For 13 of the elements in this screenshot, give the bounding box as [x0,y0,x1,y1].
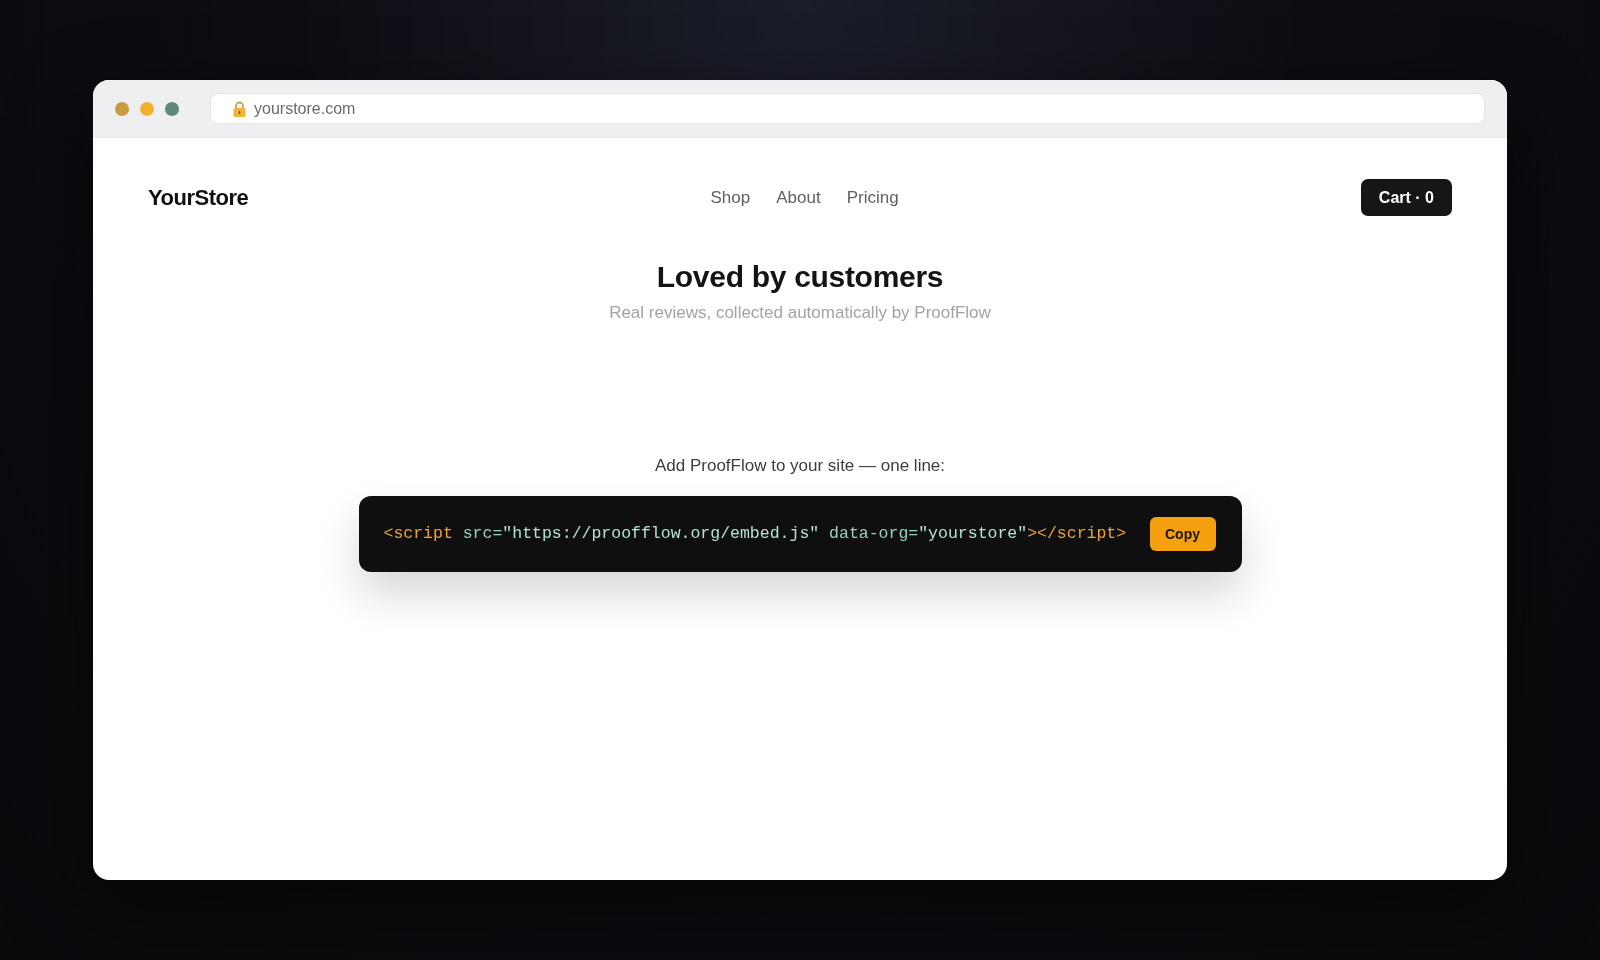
url-text: yourstore.com [254,100,356,117]
nav-link[interactable]: Shop [710,184,751,211]
store-logo[interactable]: YourStore [148,181,249,214]
lock-icon [233,100,246,117]
nav-link[interactable]: Pricing [846,184,899,211]
nav-link[interactable]: About [776,184,821,211]
section-subtitle: Real reviews, collected automatically by ProofFlow [609,302,991,324]
cart-button[interactable]: Cart · 0 [1360,179,1452,216]
embed-instruction: Add ProofFlow to your site — one line: [654,455,946,477]
embed-code-line: <script src="https://proofflow.org/embed.js" data-org="yourstore"></script> [383,522,1127,545]
copy-button[interactable]: Copy [1149,517,1216,551]
section-title: Loved by customers [656,259,944,295]
address-bar[interactable]: yourstore.com [210,93,1485,124]
